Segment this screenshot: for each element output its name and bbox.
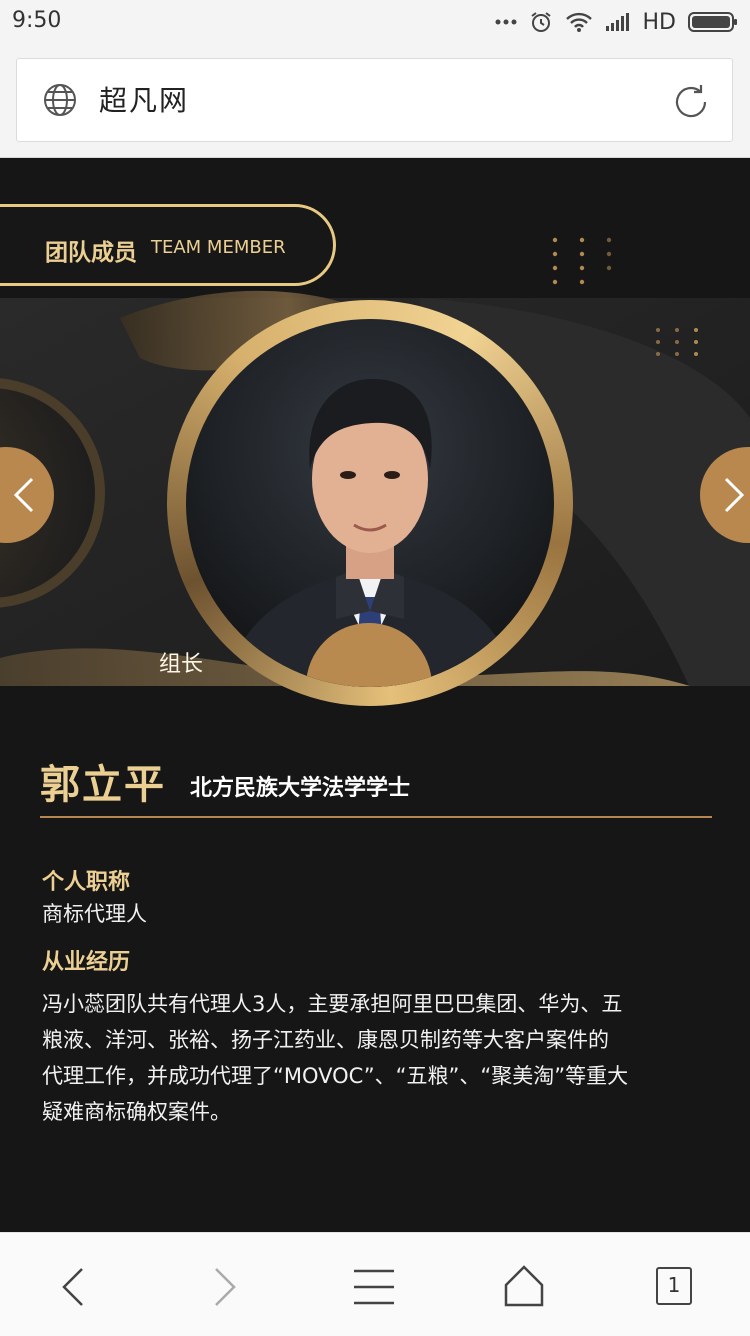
experience-line: 疑难商标确权案件。 xyxy=(42,1100,231,1124)
tabs-button[interactable]: 1 xyxy=(644,1257,704,1317)
chevron-right-icon xyxy=(724,477,745,513)
status-time: 9:50 xyxy=(12,8,62,33)
forward-button[interactable] xyxy=(194,1257,254,1317)
home-button[interactable] xyxy=(494,1257,554,1317)
experience-section-label: 从业经历 xyxy=(42,950,131,975)
battery-icon xyxy=(688,11,738,33)
url-field[interactable]: 超凡网 xyxy=(16,58,733,142)
member-photo xyxy=(186,319,554,687)
browser-address-bar: 超凡网 xyxy=(0,44,750,158)
experience-text: 冯小蕊团队共有代理人3人，主要承担阿里巴巴集团、华为、五 粮液、洋河、张裕、扬子… xyxy=(42,986,712,1130)
more-dots-icon xyxy=(495,18,517,26)
member-header: 郭立平 北方民族大学法学学士 xyxy=(40,750,712,818)
browser-bottom-bar: 1 xyxy=(0,1232,750,1336)
globe-icon xyxy=(41,81,79,123)
menu-button[interactable] xyxy=(344,1257,404,1317)
team-member-section: 团队成员 TEAM MEMBER 组长 郭立平 北方民族大学法学学士 个人职称 … xyxy=(0,158,750,1232)
forward-arrow-icon xyxy=(215,1268,236,1306)
wifi-icon xyxy=(565,11,593,33)
role-label: 组长 xyxy=(158,652,203,677)
tab-count: 1 xyxy=(656,1267,692,1305)
back-arrow-icon xyxy=(62,1268,83,1306)
home-icon xyxy=(504,1265,544,1307)
member-portrait-frame xyxy=(167,300,573,706)
team-member-title-en: TEAM MEMBER xyxy=(151,237,286,258)
back-button[interactable] xyxy=(44,1257,104,1317)
team-member-badge: 团队成员 TEAM MEMBER xyxy=(0,204,336,286)
title-section-value: 商标代理人 xyxy=(42,902,147,926)
member-name: 郭立平 xyxy=(40,762,166,808)
member-degree: 北方民族大学法学学士 xyxy=(190,776,411,801)
experience-line: 代理工作，并成功代理了“MOVOC”、“五粮”、“聚美淘”等重大 xyxy=(42,1064,629,1088)
page-title: 超凡网 xyxy=(99,84,190,117)
signal-icon xyxy=(605,12,631,32)
refresh-icon[interactable] xyxy=(670,81,712,127)
experience-line: 粮液、洋河、张裕、扬子江药业、康恩贝制药等大客户案件的 xyxy=(42,1028,609,1052)
experience-line: 冯小蕊团队共有代理人3人，主要承担阿里巴巴集团、华为、五 xyxy=(42,992,623,1016)
network-type: HD xyxy=(642,9,676,35)
status-icons: HD xyxy=(495,8,738,36)
menu-icon xyxy=(354,1269,394,1305)
alarm-icon xyxy=(529,10,553,34)
title-section-label: 个人职称 xyxy=(42,870,131,895)
status-bar: 9:50 HD xyxy=(0,0,750,44)
team-member-title-cn: 团队成员 xyxy=(45,240,137,266)
chevron-left-icon xyxy=(13,477,34,513)
